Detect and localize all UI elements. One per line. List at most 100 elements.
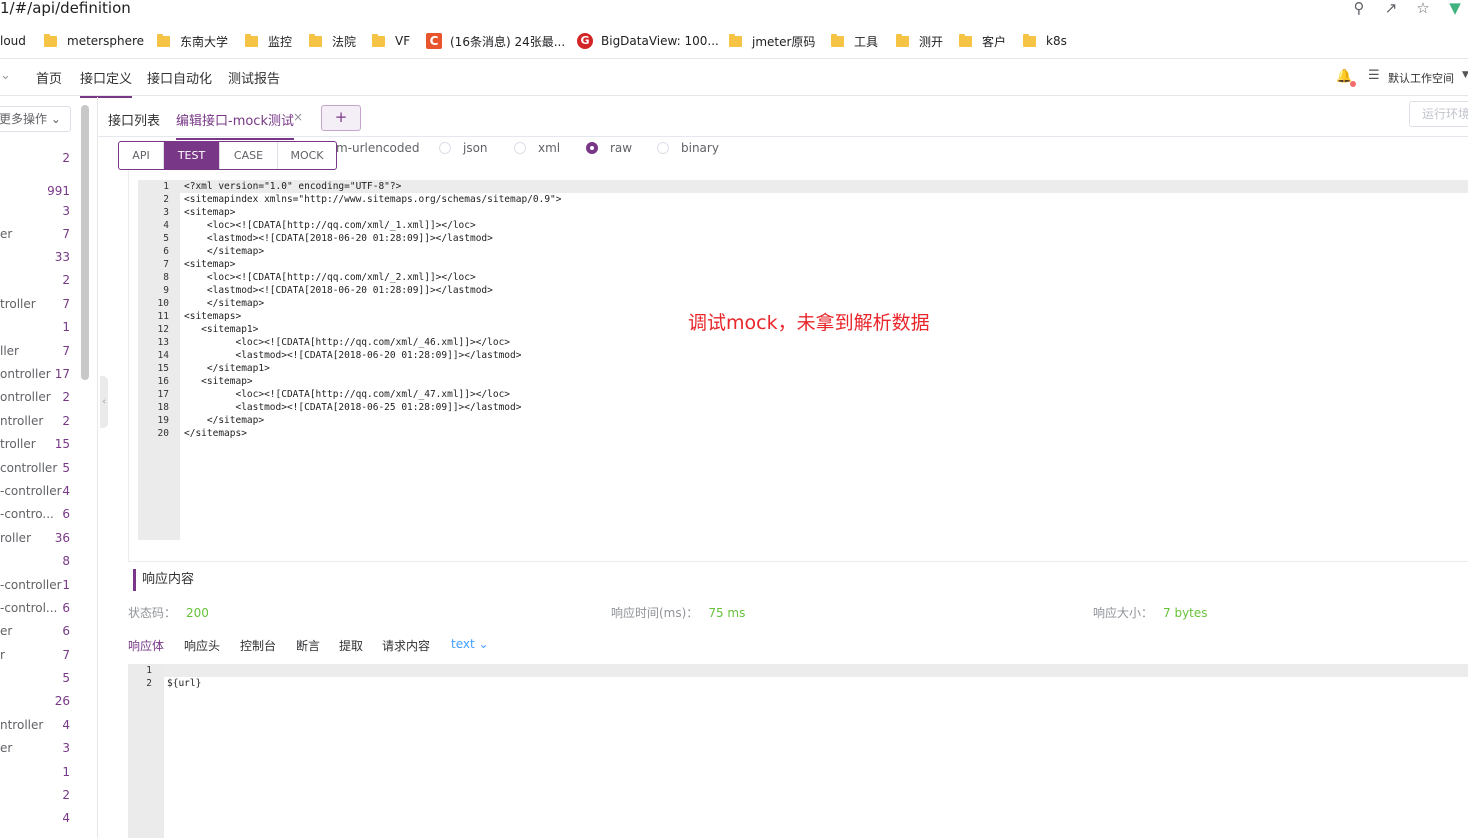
tree-scrollbar[interactable] [81,105,89,380]
nav-test-report[interactable]: 测试报告 [228,68,280,87]
folder-icon [372,33,385,47]
tree-node[interactable]: controller 5 [0,458,72,478]
radio-raw[interactable]: raw [586,141,632,155]
bookmark-item[interactable]: loud [0,28,26,54]
tree-node[interactable]: 4 [0,808,72,828]
tree-node[interactable]: er 3 [0,738,72,758]
bookmark-item[interactable]: 东南大学 [157,28,228,54]
app-header: ⌄ 首页 接口定义 接口自动化 测试报告 🔔 ☰ 默认工作空间 ▼ [0,58,1468,98]
star-icon[interactable]: ☆ [1414,0,1432,18]
bookmark-item[interactable]: 测开 [896,28,943,54]
tab-console[interactable]: 控制台 [240,637,276,654]
tree-node[interactable]: er 6 [0,621,72,641]
tree-node[interactable]: -controller 1 [0,575,72,595]
bookmark-item[interactable]: G BigDataView: 100... [577,28,719,54]
tree-node[interactable]: 2 [0,785,72,805]
code-line: <sitemap1> [184,324,259,335]
tree-node[interactable]: 2 [0,148,72,168]
mode-test-button[interactable]: TEST [164,142,220,169]
radio-binary[interactable]: binary [657,141,719,155]
tree-node[interactable]: troller 15 [0,434,72,454]
bookmark-item[interactable]: 工具 [831,28,878,54]
tree-node[interactable]: ntroller 2 [0,411,72,431]
tree-node-label: ntroller [0,414,44,428]
search-icon[interactable]: ⚲ [1350,0,1368,18]
folder-icon [896,33,909,47]
code-line: ${url} [167,678,202,689]
tab-assertions[interactable]: 断言 [296,637,320,654]
tree-node[interactable]: 26 [0,691,72,711]
tree-node[interactable]: 3 [0,201,72,221]
tree-node[interactable]: ntroller 4 [0,715,72,735]
line-number: 2 [146,678,152,689]
tree-node[interactable]: 1 [0,762,72,782]
collapse-handle[interactable]: ‹ [100,376,108,428]
response-time: 响应时间(ms)： 75 ms [611,606,746,620]
mode-api-button[interactable]: API [119,142,164,169]
bookmark-item[interactable]: VF [372,28,410,54]
menu-collapse-icon[interactable]: ⌄ [0,68,11,83]
tree-node[interactable]: -controller 4 [0,481,72,501]
notification-dot [1350,81,1356,87]
radio-form-urlencoded[interactable]: m-urlencoded [336,141,419,155]
module-tree: 更多操作 ⌄ 2 991 3 er 7 33 2 troller 7 1 ller 7 ontrolle… [0,97,98,838]
tree-node[interactable]: r7 [0,645,72,665]
response-body-editor[interactable]: 12 ${url} [128,664,1468,838]
tree-node-label: er [0,624,13,638]
tab-api-list[interactable]: 接口列表 [108,110,160,129]
mode-mock-button[interactable]: MOCK [278,142,336,169]
tree-node[interactable]: 5 [0,668,72,688]
close-icon[interactable]: × [293,110,303,124]
url-text[interactable]: 1/#/api/definition [0,0,131,17]
code-line: <sitemap> [184,259,236,270]
add-tab-button[interactable]: + [321,105,361,131]
bookmark-item[interactable]: C (16条消息) 24张最... [426,28,565,54]
mode-case-button[interactable]: CASE [220,142,278,169]
chevron-down-icon[interactable]: ▼ [1462,70,1468,80]
bookmark-item[interactable]: k8s [1023,28,1067,54]
tree-node[interactable]: -control... 6 [0,598,72,618]
run-environment-select[interactable]: 运行环境 [1409,101,1468,127]
tree-node[interactable]: 8 [0,551,72,571]
tab-request-content[interactable]: 请求内容 [382,637,430,654]
tab-response-body[interactable]: 响应体 [128,637,164,654]
bookmark-item[interactable]: 客户 [959,28,1006,54]
tree-node[interactable]: troller 7 [0,294,72,314]
tree-node[interactable]: er 7 [0,224,72,244]
tree-node-count: 2 [62,390,70,404]
tree-node[interactable]: ontroller 2 [0,387,72,407]
line-number: 12 [157,324,169,335]
radio-json[interactable]: json [439,141,488,155]
tree-node[interactable]: 2 [0,270,72,290]
nav-home[interactable]: 首页 [36,68,62,87]
request-body-editor[interactable]: 1 2 3 4 5 6 7 8 9 10 11 12 13 14 15 16 17 18 19 20 <?xml ve… [138,180,1468,540]
vue-devtools-icon[interactable]: ▼ [1446,0,1464,18]
tab-edit-api[interactable]: 编辑接口-mock测试 [176,110,294,140]
tree-node[interactable]: ontroller 17 [0,364,72,384]
browser-url-bar[interactable]: 1/#/api/definition ⚲ ↗ ☆ ▼ [0,0,1468,22]
tree-node[interactable]: ller 7 [0,341,72,361]
code-line: <sitemaps> [184,311,242,322]
tab-extract[interactable]: 提取 [339,637,363,654]
more-operations-button[interactable]: 更多操作 ⌄ [0,106,71,132]
tab-response-headers[interactable]: 响应头 [184,637,220,654]
tree-node-count: 3 [62,204,70,218]
tree-node[interactable]: 33 [0,247,72,267]
share-icon[interactable]: ↗ [1382,0,1400,18]
radio-dot [439,142,451,154]
format-select[interactable]: text ⌄ [451,637,489,651]
bookmark-item[interactable]: metersphere [44,28,144,54]
tree-node[interactable]: -contro... 6 [0,504,72,524]
nav-api-definition[interactable]: 接口定义 [80,68,133,98]
nav-api-automation[interactable]: 接口自动化 [147,68,212,87]
tree-node[interactable]: 1 [0,317,72,337]
radio-xml[interactable]: xml [514,141,560,155]
line-number: 7 [163,259,169,270]
tree-node[interactable]: 991 [0,181,72,201]
bookmark-item[interactable]: 监控 [245,28,292,54]
bookmark-item[interactable]: 法院 [309,28,356,54]
bell-icon[interactable]: 🔔 [1336,69,1352,84]
bookmark-item[interactable]: jmeter原码 [729,28,815,54]
workspace-select[interactable]: 默认工作空间 [1388,70,1454,86]
tree-node[interactable]: roller 36 [0,528,72,548]
